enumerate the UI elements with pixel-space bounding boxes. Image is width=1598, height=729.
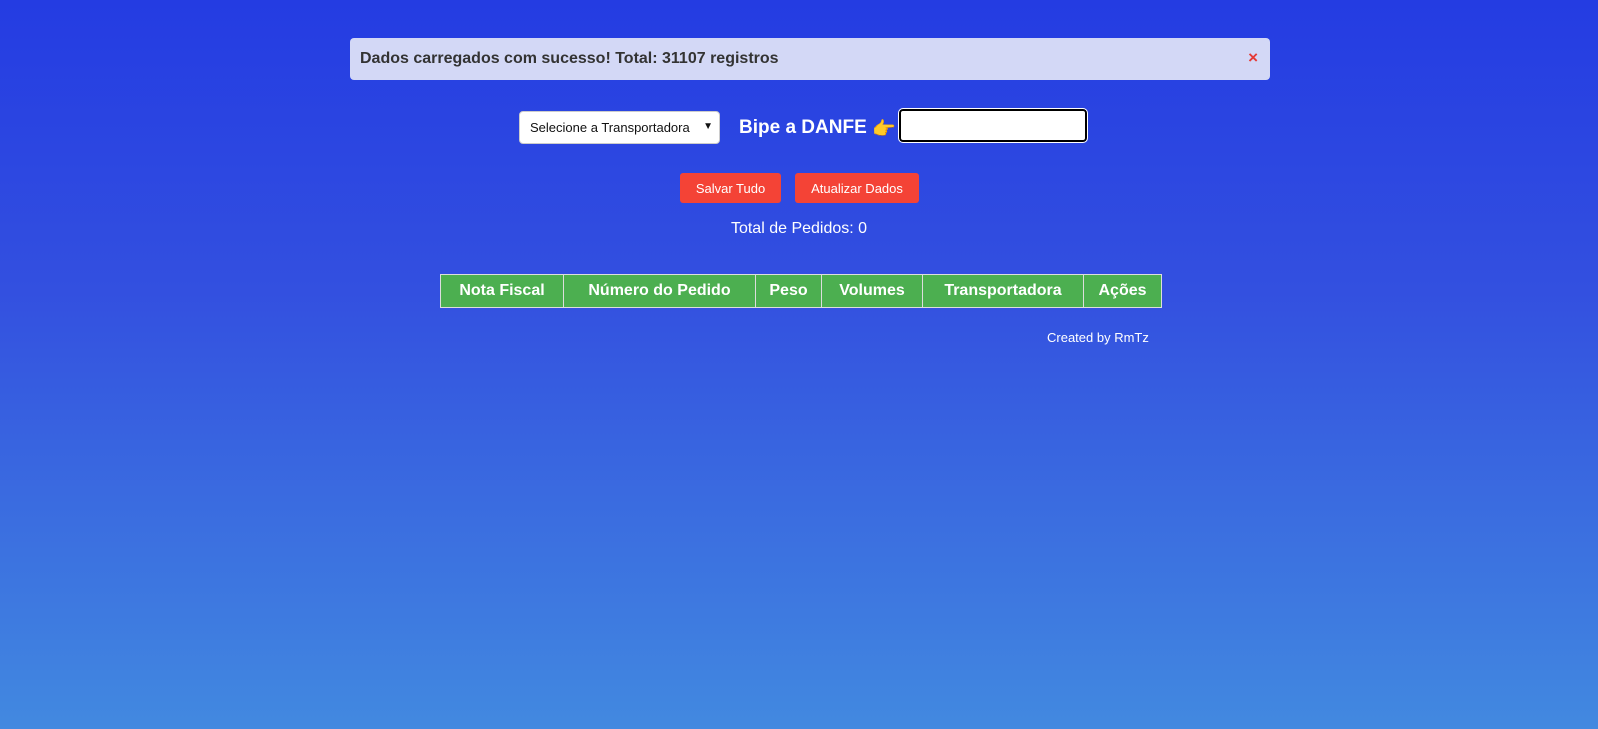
refresh-data-button[interactable]: Atualizar Dados bbox=[795, 173, 919, 203]
orders-table: Nota Fiscal Número do Pedido Peso Volume… bbox=[440, 274, 1162, 308]
total-orders: Total de Pedidos: 0 bbox=[730, 220, 868, 237]
carrier-select[interactable]: Selecione a Transportadora ▼ bbox=[519, 111, 720, 144]
column-header-numero-pedido: Número do Pedido bbox=[563, 274, 756, 308]
chevron-down-icon: ▼ bbox=[703, 121, 713, 132]
success-alert: Dados carregados com sucesso! Total: 311… bbox=[350, 38, 1270, 80]
danfe-input[interactable] bbox=[898, 108, 1088, 143]
pointing-hand-icon: 👉 bbox=[872, 119, 896, 140]
footer-credit: Created by RmTz bbox=[1047, 330, 1149, 345]
column-header-acoes: Ações bbox=[1083, 274, 1162, 308]
danfe-label: Bipe a DANFE bbox=[739, 117, 867, 138]
table-header-row: Nota Fiscal Número do Pedido Peso Volume… bbox=[440, 274, 1162, 308]
carrier-select-value: Selecione a Transportadora bbox=[530, 120, 690, 135]
column-header-volumes: Volumes bbox=[821, 274, 923, 308]
column-header-nota-fiscal: Nota Fiscal bbox=[440, 274, 564, 308]
close-icon[interactable]: × bbox=[1248, 49, 1258, 67]
column-header-peso: Peso bbox=[755, 274, 822, 308]
toolbar: Selecione a Transportadora ▼ Bipe a DANF… bbox=[0, 108, 1598, 144]
column-header-transportadora: Transportadora bbox=[922, 274, 1084, 308]
alert-message: Dados carregados com sucesso! Total: 311… bbox=[360, 50, 779, 67]
save-all-button[interactable]: Salvar Tudo bbox=[680, 173, 781, 203]
